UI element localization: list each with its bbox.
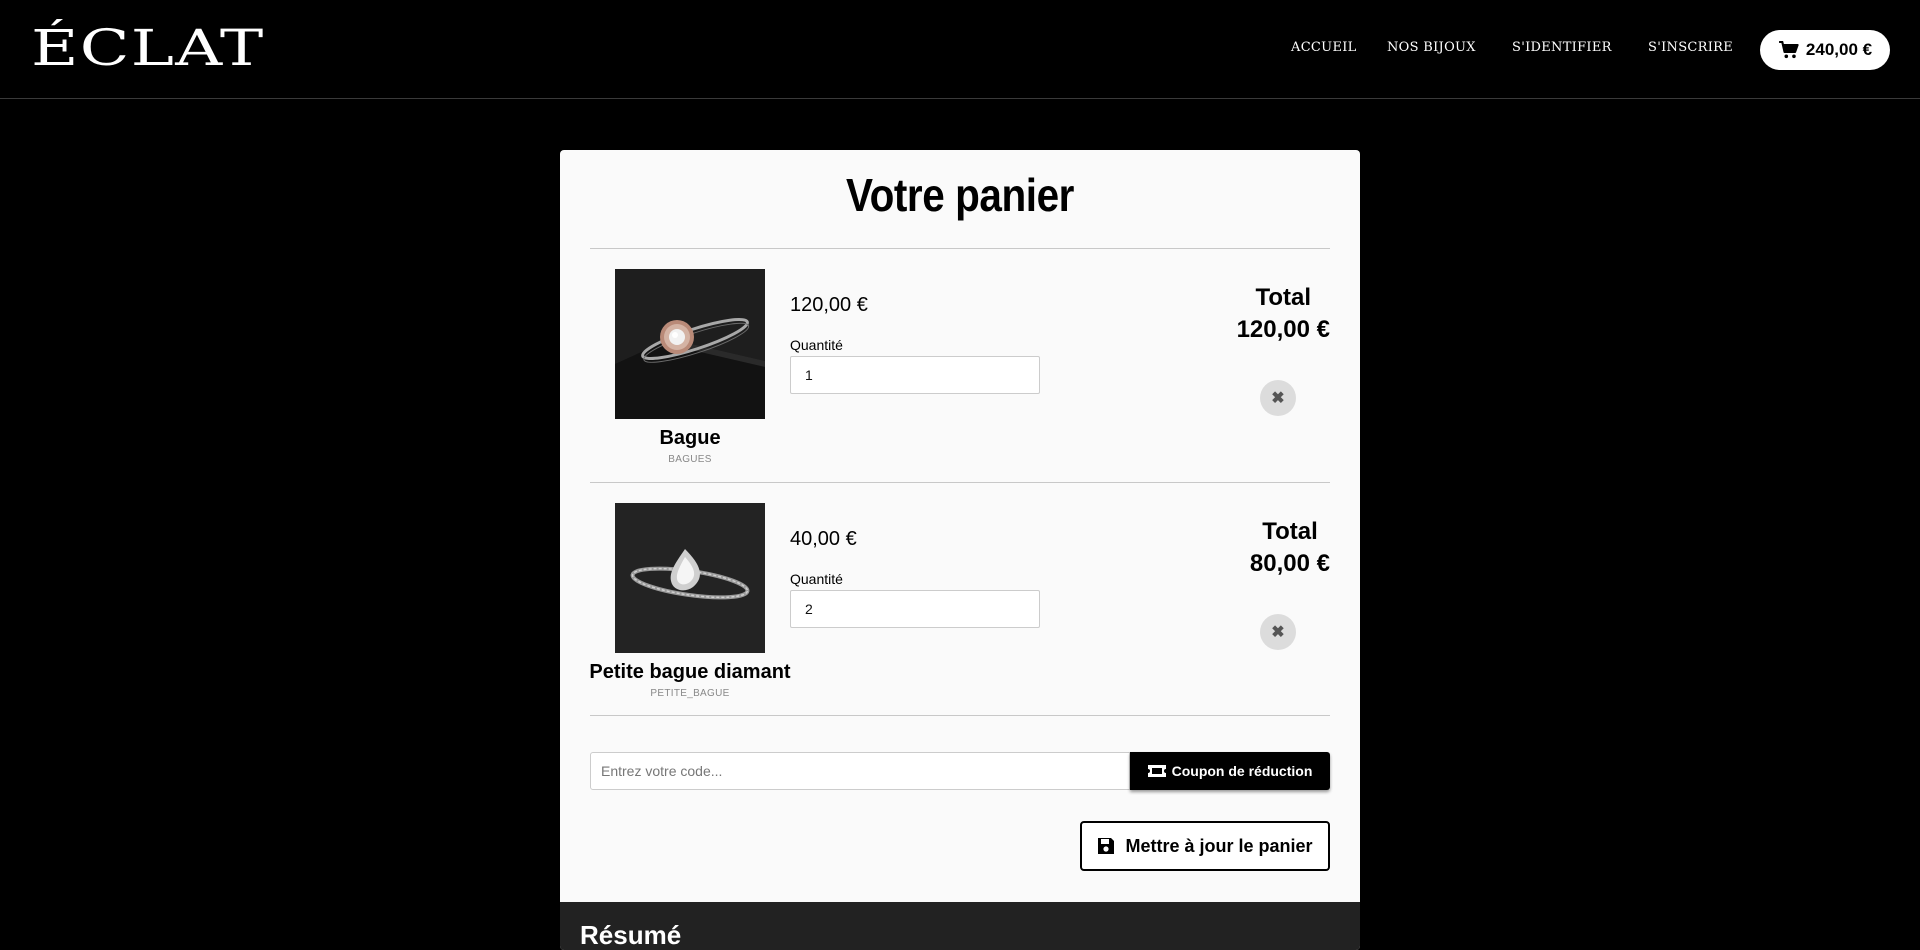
product-name[interactable]: Petite bague diamant	[560, 661, 820, 684]
site-logo[interactable]: ÉCLAT	[31, 10, 265, 86]
close-icon: ✖	[1271, 390, 1285, 407]
nav-link-accueil[interactable]: ACCUEIL	[1291, 40, 1357, 55]
remove-item-button[interactable]: ✖	[1260, 380, 1296, 416]
product-category: BAGUES	[668, 454, 712, 465]
coupon-input[interactable]	[590, 752, 1130, 790]
line-total: Total 80,00 €	[1250, 516, 1330, 580]
product-name[interactable]: Bague	[560, 427, 820, 450]
quantity-label: Quantité	[790, 337, 843, 353]
divider	[590, 482, 1330, 483]
page-title: Votre panier	[846, 169, 1074, 221]
divider	[590, 248, 1330, 249]
coupon-button-label: Coupon de réduction	[1171, 763, 1313, 779]
total-label: Total	[1255, 284, 1312, 311]
update-cart-label: Mettre à jour le panier	[1125, 835, 1313, 856]
divider	[590, 715, 1330, 716]
cart-button[interactable]: 240,00 €	[1760, 30, 1890, 70]
unit-price: 40,00 €	[790, 528, 857, 550]
update-cart-button[interactable]: Mettre à jour le panier	[1080, 821, 1330, 871]
close-icon: ✖	[1271, 624, 1285, 641]
cart-item: Petite bague diamant PETITE_BAGUE 40,00 …	[560, 484, 1360, 716]
unit-price: 120,00 €	[790, 294, 868, 316]
ring-image	[615, 269, 765, 419]
line-total: Total 120,00 €	[1237, 282, 1330, 346]
ticket-icon	[1147, 765, 1166, 777]
nav-link-identifier[interactable]: S'IDENTIFIER	[1512, 40, 1612, 55]
quantity-input[interactable]: 1	[790, 356, 1040, 394]
save-icon	[1098, 838, 1115, 854]
product-category: PETITE_BAGUE	[650, 688, 730, 699]
product-image[interactable]	[615, 503, 765, 653]
quantity-input[interactable]: 2	[790, 590, 1040, 628]
ring-image	[615, 503, 765, 653]
summary-panel: Résumé	[560, 902, 1360, 950]
nav-link-nos-bijoux[interactable]: NOS BIJOUX	[1387, 40, 1476, 55]
nav-link-inscrire[interactable]: S'INSCRIRE	[1648, 40, 1733, 55]
remove-item-button[interactable]: ✖	[1260, 614, 1296, 650]
summary-title: Résumé	[580, 920, 682, 950]
total-value: 120,00 €	[1236, 316, 1330, 343]
total-label: Total	[1262, 518, 1318, 545]
apply-coupon-button[interactable]: Coupon de réduction	[1130, 752, 1330, 790]
quantity-label: Quantité	[790, 571, 843, 587]
total-value: 80,00 €	[1249, 550, 1330, 577]
cart-card: Votre panier Bague BAGUES 120,00 € Quant…	[560, 150, 1360, 950]
shopping-cart-icon	[1779, 41, 1799, 59]
cart-total: 240,00 €	[1805, 40, 1873, 59]
product-image[interactable]	[615, 269, 765, 419]
cart-item: Bague BAGUES 120,00 € Quantité 1 Total 1…	[560, 250, 1360, 482]
site-header: ÉCLAT ACCUEIL NOS BIJOUX S'IDENTIFIER S'…	[0, 0, 1920, 99]
